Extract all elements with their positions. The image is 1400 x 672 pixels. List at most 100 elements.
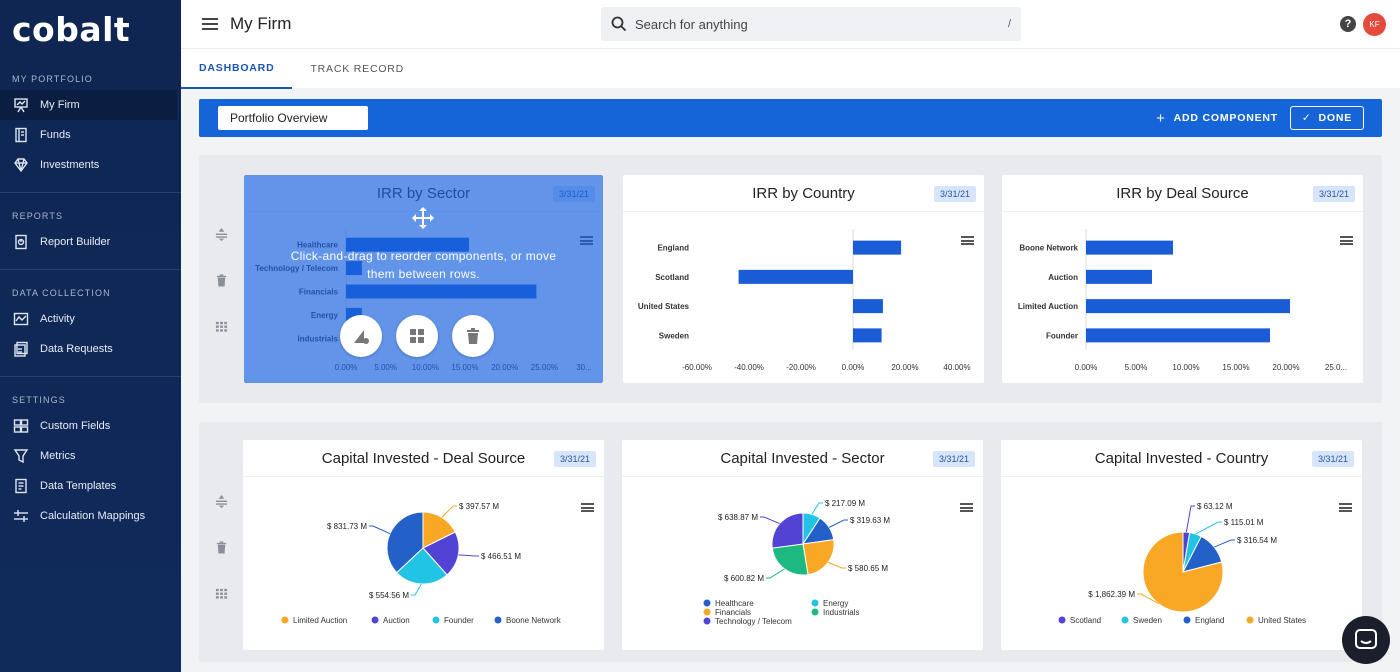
sidebar-item-investments[interactable]: Investments [0, 150, 181, 180]
nav-divider [0, 269, 181, 270]
legend-swatch [432, 616, 440, 624]
legend-label[interactable]: Energy [823, 599, 848, 608]
irr-by-country-card[interactable]: IRR by Country 3/31/21 England Scotland Unit… [623, 175, 984, 383]
tick-label: 20.00% [891, 363, 918, 372]
legend-swatch [281, 616, 289, 624]
legend-label[interactable]: Limited Auction [293, 616, 347, 625]
tab-dashboard[interactable]: DASHBOARD [181, 49, 293, 89]
leader-line [1214, 539, 1235, 548]
sidebar-item-metrics[interactable]: Metrics [0, 441, 181, 471]
requests-icon [12, 341, 30, 357]
leader-line [369, 525, 391, 535]
menu-icon[interactable] [202, 18, 218, 30]
help-icon[interactable]: ? [1340, 16, 1356, 32]
bar[interactable] [853, 240, 902, 255]
delete-component-button[interactable] [452, 315, 494, 357]
tick-label: 40.00% [943, 363, 970, 372]
chat-launcher-button[interactable] [1342, 616, 1390, 664]
dashboard-row-1: IRR by Sector3/31/21HealthcareTechnology… [199, 155, 1382, 403]
leader-line [441, 505, 457, 518]
slice-value-label: $ 466.51 M [481, 552, 521, 561]
nav-section-label: MY PORTFOLIO [12, 74, 93, 84]
legend-label[interactable]: Founder [444, 616, 474, 625]
diamond-icon [12, 157, 30, 173]
slice-value-label: $ 319.63 M [850, 516, 890, 525]
resize-row-icon[interactable] [214, 494, 228, 508]
legend-swatch [703, 608, 711, 616]
sidebar-item-data-templates[interactable]: Data Templates [0, 471, 181, 501]
capital-invested-country-card[interactable]: Capital Invested - Country 3/31/21 $ 63.12… [1001, 440, 1362, 650]
drag-overlay[interactable]: Click-and-drag to reorder components, or… [244, 175, 603, 383]
leader-line [828, 519, 848, 528]
bar[interactable] [1086, 240, 1173, 255]
legend-swatch [1121, 616, 1129, 624]
drag-row-icon[interactable] [214, 319, 228, 333]
edit-chart-icon [354, 330, 369, 344]
tick-label: -20.00% [786, 363, 816, 372]
delete-row-icon[interactable] [214, 540, 228, 554]
activity-icon [12, 311, 30, 327]
move-icon[interactable] [412, 207, 434, 229]
bar[interactable] [1086, 299, 1290, 314]
dashboard-view-select[interactable]: Portfolio Overview [218, 106, 368, 130]
irr-by-sector-card[interactable]: IRR by Sector3/31/21HealthcareTechnology… [244, 175, 603, 383]
leader-line [827, 561, 846, 569]
drag-hint-text: Click-and-drag to reorder components, or… [290, 249, 557, 281]
report-icon [12, 234, 30, 250]
sidebar-item-data-requests[interactable]: Data Requests [0, 334, 181, 364]
chat-icon [1355, 629, 1377, 649]
legend-label[interactable]: England [1195, 616, 1224, 625]
plus-icon: + [1156, 109, 1166, 127]
tab-track-record[interactable]: TRACK RECORD [292, 49, 422, 89]
pie-slice[interactable] [771, 543, 809, 576]
legend-label[interactable]: Scotland [1070, 616, 1101, 625]
drag-row-icon[interactable] [214, 586, 228, 600]
legend-label[interactable]: Sweden [1133, 616, 1162, 625]
legend-swatch [1183, 616, 1191, 624]
legend-label[interactable]: Technology / Telecom [715, 617, 792, 626]
pie-chart: $ 397.57 M $ 466.51 M $ 554.56 M $ 831.73 M… [281, 502, 562, 625]
irr-by-deal-source-card[interactable]: IRR by Deal Source 3/31/21 Boone Network Au… [1002, 175, 1363, 383]
search-box[interactable]: / [601, 7, 1021, 41]
search-shortcut: / [1007, 18, 1011, 30]
pie-slice[interactable] [771, 512, 804, 549]
tab-bar: DASHBOARD TRACK RECORD [181, 48, 1400, 89]
tick-label: 25.0... [1325, 363, 1347, 372]
bar[interactable] [1086, 328, 1270, 343]
bar[interactable] [853, 299, 883, 314]
pie-chart: $ 217.09 M $ 319.63 M $ 580.65 M $ 600.82 M… [703, 499, 890, 626]
sidebar-item-calculation-mappings[interactable]: Calculation Mappings [0, 501, 181, 531]
sidebar-item-activity[interactable]: Activity [0, 304, 181, 334]
sidebar-item-report-builder[interactable]: Report Builder [0, 227, 181, 257]
capital-invested-sector-card[interactable]: Capital Invested - Sector 3/31/21 $ 217.09… [622, 440, 983, 650]
fields-icon [12, 418, 30, 434]
avatar[interactable]: KF [1363, 13, 1386, 36]
leader-line [458, 554, 479, 557]
legend-label[interactable]: Healthcare [715, 599, 754, 608]
metrics-icon [12, 448, 30, 464]
sidebar-item-label: My Firm [40, 99, 80, 111]
capital-invested-deal-source-card[interactable]: Capital Invested - Deal Source 3/31/21 $ 3… [243, 440, 604, 650]
cobalt-logo[interactable]: cobalt [0, 0, 181, 50]
bar[interactable] [738, 269, 853, 284]
change-layout-button[interactable] [396, 315, 438, 357]
edit-component-button[interactable] [340, 315, 382, 357]
resize-row-icon[interactable] [214, 227, 228, 241]
search-input[interactable] [635, 16, 1008, 32]
legend-label[interactable]: Industrials [823, 608, 859, 617]
delete-row-icon[interactable] [214, 273, 228, 287]
sidebar-item-my-firm[interactable]: My Firm [0, 90, 177, 120]
slice-value-label: $ 831.73 M [327, 522, 367, 531]
legend-label[interactable]: Financials [715, 608, 751, 617]
legend-label[interactable]: United States [1258, 616, 1306, 625]
legend-label[interactable]: Boone Network [506, 616, 562, 625]
tick-label: 20.00% [1272, 363, 1299, 372]
bar[interactable] [853, 328, 882, 343]
sidebar-item-custom-fields[interactable]: Custom Fields [0, 411, 181, 441]
done-button[interactable]: ✓ DONE [1290, 106, 1364, 130]
slice-value-label: $ 638.87 M [718, 513, 758, 522]
sidebar-item-funds[interactable]: Funds [0, 120, 181, 150]
bar[interactable] [1086, 269, 1152, 284]
legend-label[interactable]: Auction [383, 616, 410, 625]
add-component-button[interactable]: + ADD COMPONENT [1156, 99, 1278, 137]
